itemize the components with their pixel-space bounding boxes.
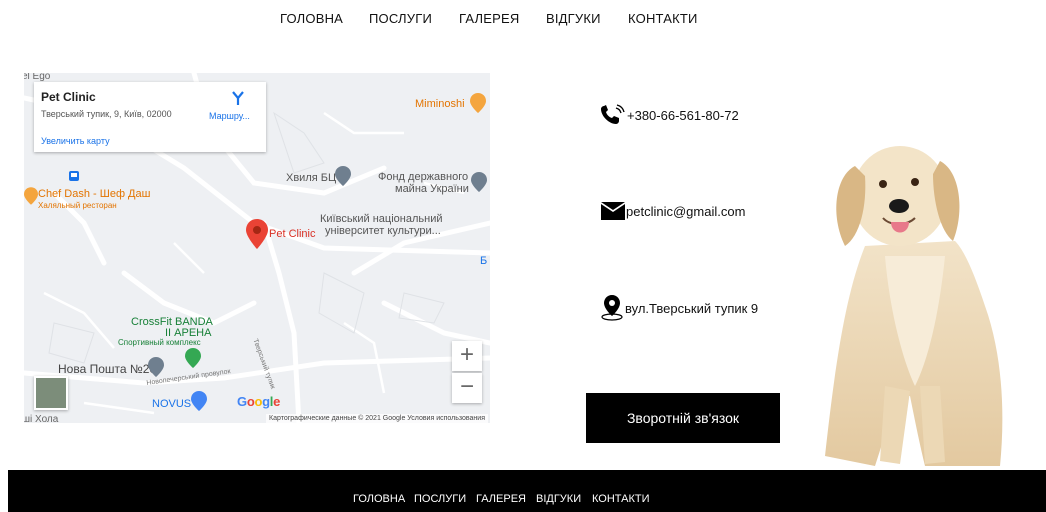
nav-link-services[interactable]: ПОСЛУГИ (369, 11, 432, 26)
directions-icon[interactable] (230, 90, 246, 106)
footer-link-home[interactable]: ГОЛОВНА (353, 493, 405, 505)
map-label-partial-top: el Ego (24, 73, 51, 82)
zoom-in-button[interactable]: + (452, 341, 482, 371)
zoom-out-button[interactable]: − (452, 373, 482, 403)
map-label-nova-poshta[interactable]: Нова Пошта №20 (58, 362, 156, 376)
nav-link-reviews[interactable]: ВІДГУКИ (546, 11, 601, 26)
map-pin-label[interactable]: Pet Clinic (269, 228, 315, 240)
shop-poi-icon[interactable] (191, 391, 207, 411)
map-attribution[interactable]: Картографические данные © 2021 Google Ус… (266, 414, 488, 423)
embedded-map[interactable]: Miminoshi Chef Dash - Шеф Даш Халяльный … (24, 73, 490, 423)
map-label-partial-right: Б (480, 255, 488, 267)
map-label-khvylia[interactable]: Хвиля БЦ (286, 172, 336, 184)
enlarge-map-link[interactable]: Увеличить карту (41, 136, 110, 146)
phone-contact[interactable]: +380-66-561-80-72 (600, 104, 739, 126)
map-label-miminoshi[interactable]: Miminoshi (415, 98, 465, 110)
email-contact[interactable]: petclinic@gmail.com (601, 202, 745, 220)
government-poi-icon[interactable] (471, 172, 487, 192)
nav-link-gallery[interactable]: ГАЛЕРЕЯ (459, 11, 519, 26)
satellite-layer-toggle[interactable] (34, 376, 68, 410)
map-label-fond-1[interactable]: Фонд державного (378, 171, 468, 183)
phone-icon (601, 104, 625, 124)
map-label-chef-dash-sub: Халяльный ресторан (38, 201, 117, 210)
restaurant-poi-icon[interactable] (24, 187, 38, 205)
email-address[interactable]: petclinic@gmail.com (626, 204, 745, 219)
footer: ГОЛОВНА ПОСЛУГИ ГАЛЕРЕЯ ВІДГУКИ КОНТАКТИ (8, 470, 1046, 512)
map-pin-icon (601, 295, 623, 321)
dog-image (825, 146, 1003, 466)
map-label-crossfit-sub: Спортивный комплекс (118, 338, 201, 347)
google-logo: Google (237, 394, 281, 409)
nav-link-contacts[interactable]: КОНТАКТИ (628, 11, 698, 26)
map-label-chef-dash[interactable]: Chef Dash - Шеф Даш (38, 188, 150, 200)
map-place-card: Pet Clinic Тверський тупик, 9, Київ, 020… (34, 82, 266, 152)
phone-number[interactable]: +380-66-561-80-72 (627, 108, 739, 123)
address-contact: вул.Тверський тупик 9 (601, 294, 758, 322)
top-navigation: ГОЛОВНА ПОСЛУГИ ГАЛЕРЕЯ ВІДГУКИ КОНТАКТИ (0, 0, 1046, 38)
map-label-fond-2: майна України (395, 183, 469, 195)
feedback-button[interactable]: Зворотній зв'язок (586, 393, 780, 443)
restaurant-poi-icon[interactable] (470, 93, 486, 113)
map-label-partial-bottom: ші Хола (24, 414, 59, 423)
bus-stop-icon (69, 171, 79, 181)
footer-link-gallery[interactable]: ГАЛЕРЕЯ (476, 493, 526, 505)
map-label-university-2: університет культури... (325, 225, 441, 237)
building-poi-icon[interactable] (335, 166, 351, 186)
nav-link-home[interactable]: ГОЛОВНА (280, 11, 343, 26)
map-place-address: Тверський тупик, 9, Київ, 02000 (41, 109, 172, 119)
map-label-university-1[interactable]: Київський національний (320, 213, 442, 225)
envelope-icon (601, 202, 625, 220)
map-place-name: Pet Clinic (41, 90, 96, 104)
address-text: вул.Тверський тупик 9 (625, 300, 759, 316)
map-label-novus[interactable]: NOVUS (152, 398, 191, 410)
sports-poi-icon[interactable] (185, 348, 201, 368)
directions-link[interactable]: Маршру... (209, 111, 250, 121)
post-office-poi-icon[interactable] (148, 357, 164, 377)
location-pin-icon[interactable] (246, 219, 268, 249)
footer-link-contacts[interactable]: КОНТАКТИ (592, 493, 650, 505)
footer-link-services[interactable]: ПОСЛУГИ (414, 493, 466, 505)
footer-link-reviews[interactable]: ВІДГУКИ (536, 493, 581, 505)
